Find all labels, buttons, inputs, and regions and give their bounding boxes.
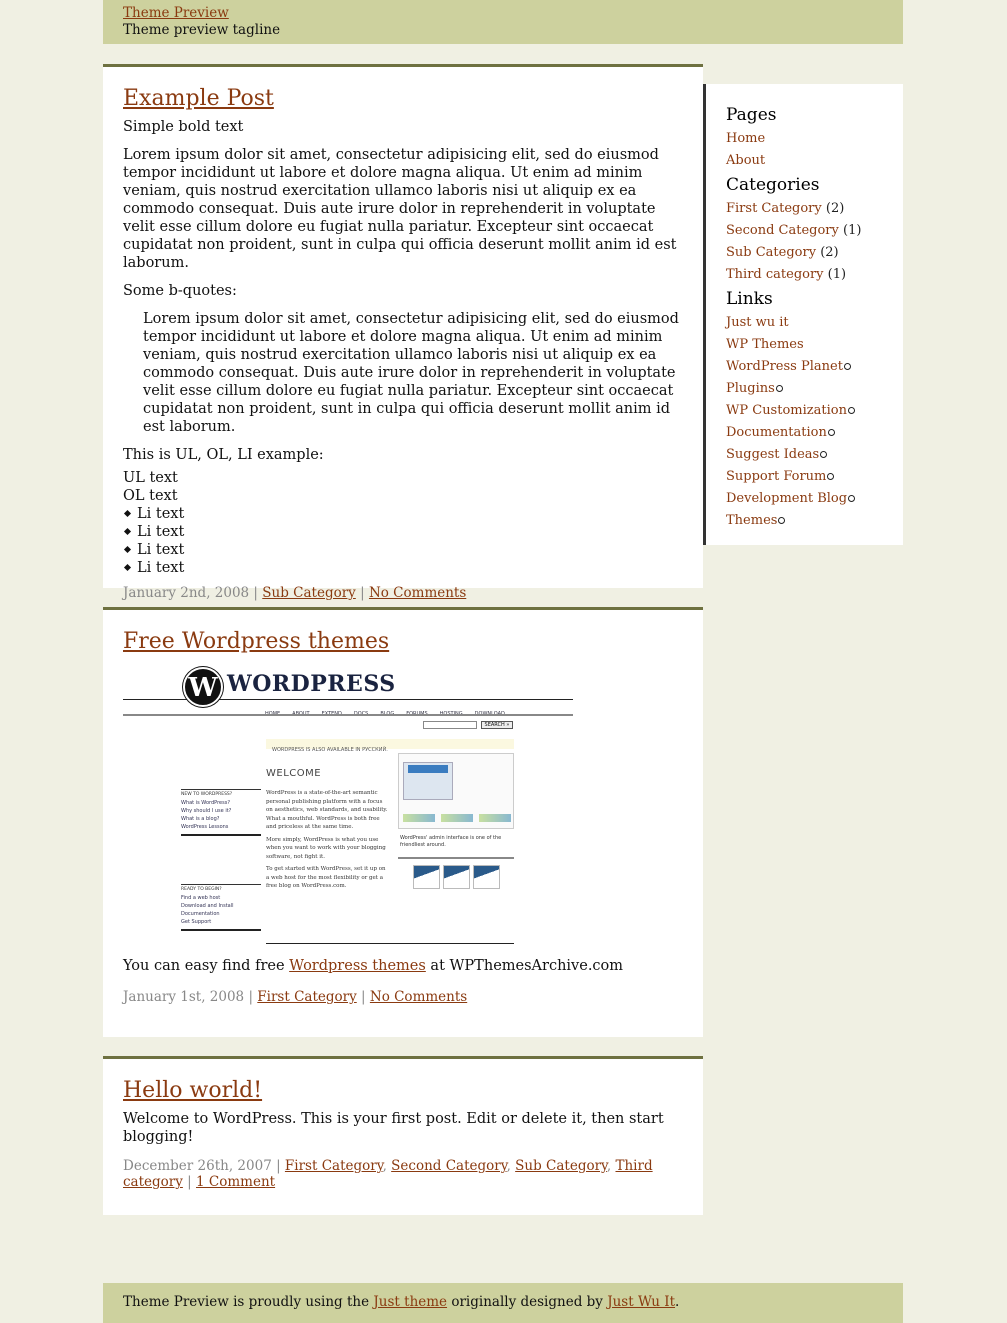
external-link-icon: [778, 517, 786, 524]
wordpress-logo-icon: W: [183, 667, 223, 707]
comments-link[interactable]: No Comments: [369, 585, 466, 601]
bquote-label: Some b-quotes:: [123, 283, 237, 299]
post-title-link[interactable]: Example Post: [123, 86, 274, 111]
sidebar-link: Development Blog: [726, 488, 883, 510]
site-header: Theme Preview Theme preview tagline: [103, 0, 903, 44]
post-date: January 1st, 2008: [123, 989, 245, 1005]
wordpress-logo-text: WORDPRESS: [227, 671, 396, 697]
sidebar-link: WP Themes: [726, 337, 804, 352]
external-link-icon: [827, 473, 835, 480]
links-list: Just wu it WP Themes WordPress Planet Pl…: [726, 312, 883, 532]
sidebar-item-about: About: [726, 153, 766, 168]
sidebar-category: First Category (2): [726, 201, 845, 216]
category-link[interactable]: Sub Category: [515, 1158, 607, 1174]
sidebar-category: Sub Category (2): [726, 245, 839, 260]
ul-text: UL text: [123, 470, 178, 486]
post-paragraph: Welcome to WordPress. This is your first…: [123, 1111, 664, 1145]
categories-list: First Category (2) Second Category (1) S…: [726, 198, 883, 286]
sidebar: Pages Home About Categories First Catego…: [703, 84, 903, 545]
sidebar-link: Themes: [726, 510, 883, 532]
sidebar-item-home: Home: [726, 131, 766, 146]
sidebar-link: Suggest Ideas: [726, 444, 883, 466]
list-item: Li text: [123, 559, 683, 577]
blog-title-link[interactable]: Theme Preview: [123, 5, 229, 21]
post-date: December 26th, 2007: [123, 1158, 272, 1174]
category-link[interactable]: Sub Category: [262, 585, 356, 601]
post-title: Hello world!: [123, 1077, 683, 1105]
wp-welcome-text: WordPress is a state-of-the-art semantic…: [266, 790, 388, 889]
wp-notice: WORDPRESS IS ALSO AVAILABLE IN РУССКИЙ.: [266, 739, 514, 753]
post-paragraph: Lorem ipsum dolor sit amet, consectetur …: [123, 147, 677, 271]
post-meta: December 26th, 2007 | First Category, Se…: [123, 1158, 653, 1190]
post-example: Example Post Simple bold text Lorem ipsu…: [103, 64, 703, 601]
blockquote: Lorem ipsum dolor sit amet, consectetur …: [143, 311, 679, 435]
wp-side-links: NEW TO WORDPRESS? What is WordPress? Why…: [181, 789, 261, 931]
post-title: Example Post: [123, 85, 683, 113]
bold-text: Simple bold text: [123, 119, 244, 135]
external-link-icon: [820, 451, 828, 458]
post-free-themes: Free Wordpress themes W WORDPRESS HOME A…: [103, 607, 703, 1037]
wp-theme-thumbnails: [413, 865, 500, 889]
category-link[interactable]: First Category: [257, 989, 356, 1005]
external-link-icon: [827, 429, 835, 436]
list-label: This is UL, OL, LI example:: [123, 447, 324, 463]
designer-link[interactable]: Just Wu It: [607, 1294, 675, 1310]
external-link-icon: [775, 385, 783, 392]
sidebar-heading-categories: Categories: [726, 175, 820, 195]
post-paragraph: You can easy find free Wordpress themes …: [123, 958, 624, 974]
post-title-link[interactable]: Free Wordpress themes: [123, 629, 389, 654]
sidebar-heading-links: Links: [726, 289, 773, 309]
sidebar-link: Support Forum: [726, 466, 883, 488]
sidebar-link: WordPress Planet: [726, 356, 883, 378]
sidebar-link: Documentation: [726, 422, 883, 444]
comments-link[interactable]: No Comments: [370, 989, 467, 1005]
wordpress-themes-link[interactable]: Wordpress themes: [289, 958, 426, 974]
wp-search-button: SEARCH »: [481, 721, 513, 729]
wp-theme-preview: [398, 753, 514, 829]
sidebar-link: WP Customization: [726, 400, 883, 422]
list-item: Li text: [123, 505, 683, 523]
blog-tagline: Theme preview tagline: [123, 22, 281, 38]
list-item: Li text: [123, 541, 683, 559]
list-item: Li text: [123, 523, 683, 541]
sidebar-category: Third category (1): [726, 267, 847, 282]
sidebar-category: Second Category (1): [726, 223, 862, 238]
external-link-icon: [843, 363, 851, 370]
sidebar-link: Plugins: [726, 378, 883, 400]
li-list: Li text Li text Li text Li text: [123, 505, 683, 577]
wp-welcome: WELCOME: [266, 768, 322, 779]
post-date: January 2nd, 2008: [123, 585, 250, 601]
wordpress-screenshot-image: W WORDPRESS HOME ABOUT EXTEND DOCS BLOG …: [123, 661, 573, 945]
comments-link[interactable]: 1 Comment: [196, 1174, 275, 1190]
post-title-link[interactable]: Hello world!: [123, 1078, 262, 1103]
post-meta: January 1st, 2008 | First Category | No …: [123, 989, 468, 1005]
site-footer: Theme Preview is proudly using the Just …: [103, 1283, 903, 1323]
post-meta: January 2nd, 2008 | Sub Category | No Co…: [123, 585, 467, 601]
post-title: Free Wordpress themes: [123, 628, 683, 656]
sidebar-link: Just wu it: [726, 315, 789, 330]
wp-search-box: [423, 721, 477, 729]
category-link[interactable]: First Category: [285, 1158, 383, 1174]
external-link-icon: [848, 495, 856, 502]
post-hello-world: Hello world! Welcome to WordPress. This …: [103, 1056, 703, 1215]
pages-list: Home About: [726, 128, 883, 172]
category-link[interactable]: Second Category: [391, 1158, 506, 1174]
sidebar-heading-pages: Pages: [726, 105, 777, 125]
external-link-icon: [847, 407, 855, 414]
ol-text: OL text: [123, 488, 178, 504]
theme-link[interactable]: Just theme: [373, 1294, 447, 1310]
